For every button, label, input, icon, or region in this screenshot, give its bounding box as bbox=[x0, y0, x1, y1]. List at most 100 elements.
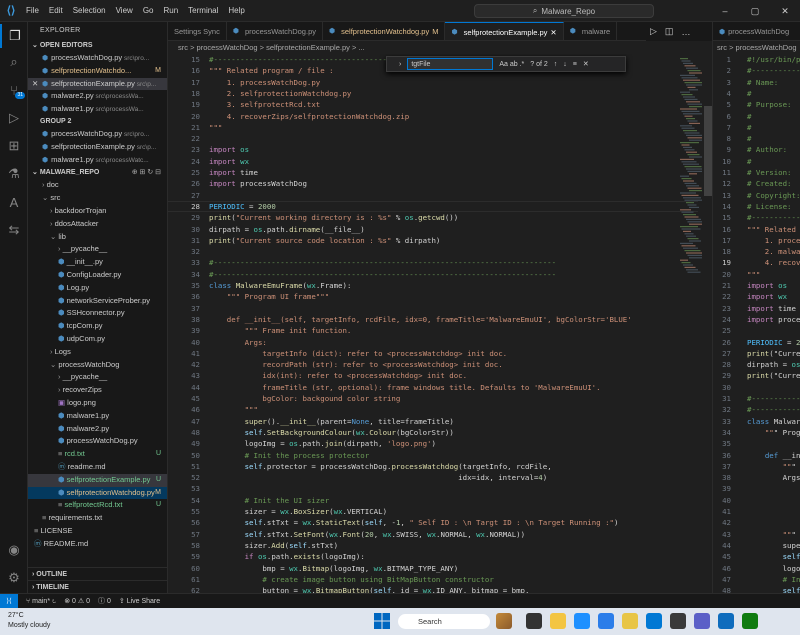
menu-edit[interactable]: Edit bbox=[49, 6, 63, 15]
tree-item[interactable]: ≡ rcd.txt U bbox=[28, 448, 167, 461]
editor-tab[interactable]: Settings Sync bbox=[168, 22, 227, 40]
tree-item[interactable]: ⬢ tcpCom.py bbox=[28, 320, 167, 333]
open-editor-item[interactable]: ⬢ processWatchDog.py src\pro... bbox=[28, 52, 167, 65]
remote-explorer-icon[interactable]: ⇆ bbox=[0, 218, 28, 242]
chrome-icon[interactable] bbox=[622, 613, 638, 629]
tree-item[interactable]: ≡ selfprotectRcd.txt U bbox=[28, 499, 167, 512]
branch-status[interactable]: ⑂ main* ↻ bbox=[26, 598, 56, 605]
tree-item[interactable]: ⬢ selfprotectionExample.py U bbox=[28, 473, 167, 487]
breadcrumb[interactable]: src > processWatchDog > selfprotectionEx… bbox=[168, 41, 712, 54]
repo-header[interactable]: ⌄ MALWARE_REPO ⊕ ⊞ ↻ ⊟ bbox=[28, 167, 167, 179]
menu-run[interactable]: Run bbox=[163, 6, 178, 15]
gear-icon[interactable]: ⚙ bbox=[0, 566, 28, 590]
close-icon[interactable]: ✕ bbox=[770, 0, 800, 22]
open-editor-item[interactable]: ⬢ selfprotectionWatchdo... M bbox=[28, 65, 167, 78]
maximize-icon[interactable]: ▢ bbox=[740, 0, 770, 22]
taskbar-search[interactable]: Search bbox=[398, 614, 490, 629]
secondary-tab[interactable]: ⬢ processWatchDog bbox=[713, 22, 800, 41]
tree-item[interactable]: ⬢ SSHconnector.py bbox=[28, 307, 167, 320]
tree-item[interactable]: ⓜ readme.md bbox=[28, 461, 167, 474]
open-editor-item[interactable]: ✕ ⬢ selfprotectionExample.py src\p... bbox=[28, 77, 167, 91]
open-editor-item[interactable]: ⬢ malware1.py src\processWatc... bbox=[28, 154, 167, 167]
testing-icon[interactable]: ⚗ bbox=[0, 162, 28, 186]
close-find-icon[interactable]: ✕ bbox=[583, 60, 589, 68]
timeline-header[interactable]: › TIMELINE bbox=[28, 580, 167, 593]
remote-indicator-icon[interactable]: ⟩⟨ bbox=[0, 593, 18, 609]
menu-file[interactable]: File bbox=[26, 6, 39, 15]
tree-item[interactable]: › ddosAttacker bbox=[28, 218, 167, 231]
minimize-icon[interactable]: – bbox=[710, 0, 740, 22]
teams-icon[interactable] bbox=[694, 613, 710, 629]
info-status[interactable]: ⓘ 0 bbox=[98, 596, 111, 606]
file-explorer-icon[interactable] bbox=[550, 613, 566, 629]
find-in-selection-icon[interactable]: ≡ bbox=[573, 61, 577, 68]
editor-scrollbar[interactable] bbox=[704, 106, 712, 196]
app-icon[interactable] bbox=[742, 613, 758, 629]
toggle-replace-icon[interactable]: › bbox=[399, 61, 401, 68]
account-icon[interactable]: ◉ bbox=[0, 538, 28, 562]
command-center-search[interactable]: ⌕ Malware_Repo bbox=[474, 4, 654, 18]
task-view-icon[interactable] bbox=[526, 613, 542, 629]
open-editor-item[interactable]: ⬢ malware1.py src\processWa... bbox=[28, 103, 167, 116]
open-editors-header[interactable]: ⌄ OPEN EDITORS bbox=[28, 40, 167, 52]
explorer-icon[interactable]: ❐ bbox=[0, 24, 28, 48]
outline-header[interactable]: › OUTLINE bbox=[28, 567, 167, 580]
tree-item[interactable]: › __pycache__ bbox=[28, 371, 167, 384]
run-icon[interactable]: ▷ bbox=[650, 26, 657, 37]
explorer-actions[interactable]: ⊕ ⊞ ↻ ⊟ bbox=[132, 167, 161, 179]
source-control-icon[interactable]: ⑂ 31 bbox=[0, 78, 28, 102]
store-icon[interactable] bbox=[598, 613, 614, 629]
secondary-breadcrumb[interactable]: src > processWatchDog bbox=[713, 41, 800, 54]
close-icon[interactable]: ✕ bbox=[32, 78, 38, 91]
azure-icon[interactable]: A bbox=[0, 190, 28, 214]
tree-item[interactable]: ⬢ __init__.py bbox=[28, 256, 167, 269]
minimap[interactable] bbox=[680, 54, 702, 593]
search-icon[interactable]: ⌕ bbox=[0, 50, 28, 74]
tree-item[interactable]: ⌄ processWatchDog bbox=[28, 359, 167, 372]
split-editor-icon[interactable]: ◫ bbox=[665, 26, 674, 37]
editor-tab[interactable]: ⬢ processWatchDog.py bbox=[227, 22, 323, 40]
live-share-status[interactable]: ⇪ Live Share bbox=[119, 597, 160, 605]
more-actions-icon[interactable]: … bbox=[681, 27, 690, 37]
tree-item[interactable]: ≡ requirements.txt bbox=[28, 512, 167, 525]
problems-status[interactable]: ⊗ 0 ⚠ 0 bbox=[64, 597, 90, 605]
tree-item[interactable]: › backdoorTrojan bbox=[28, 205, 167, 218]
windows-start-icon[interactable] bbox=[374, 613, 390, 629]
open-editor-item[interactable]: ⬢ malware2.py src\processWa... bbox=[28, 90, 167, 103]
extensions-icon[interactable]: ⊞ bbox=[0, 134, 28, 158]
secondary-editor[interactable]: ⬢ processWatchDog src > processWatchDog 1… bbox=[712, 22, 800, 593]
open-editor-item[interactable]: ⬢ processWatchDog.py src\pro... bbox=[28, 128, 167, 141]
editor-tab[interactable]: ⬢ selfprotectionExample.py ✕ bbox=[445, 22, 564, 41]
tree-item[interactable]: ⬢ processWatchDog.py bbox=[28, 435, 167, 448]
tree-item[interactable]: ⬢ udpCom.py bbox=[28, 333, 167, 346]
tree-item[interactable]: ⬢ networkServiceProber.py bbox=[28, 295, 167, 308]
find-options[interactable]: Aa ab .* bbox=[499, 61, 524, 68]
tree-item[interactable]: › __pycache__ bbox=[28, 243, 167, 256]
open-editor-item[interactable]: ⬢ selfprotectionExample.py src\p... bbox=[28, 141, 167, 154]
close-icon[interactable]: ✕ bbox=[550, 23, 556, 41]
group2-header[interactable]: GROUP 2 bbox=[28, 116, 167, 128]
menu-selection[interactable]: Selection bbox=[73, 6, 106, 15]
tree-item[interactable]: › doc bbox=[28, 179, 167, 192]
tree-item[interactable]: › recoverZips bbox=[28, 384, 167, 397]
tree-item[interactable]: ⬢ Log.py bbox=[28, 282, 167, 295]
tree-item[interactable]: ⓜ README.md bbox=[28, 538, 167, 551]
edge-icon[interactable] bbox=[574, 613, 590, 629]
editor-tab[interactable]: ⬢ malware bbox=[564, 22, 618, 40]
editor-tab[interactable]: ⬢ selfprotectionWatchdog.py M bbox=[323, 22, 446, 40]
tree-item[interactable]: ⌄ lib bbox=[28, 231, 167, 244]
tree-item[interactable]: ⬢ malware1.py bbox=[28, 410, 167, 423]
previous-match-icon[interactable]: ↑ bbox=[554, 61, 558, 68]
tree-item[interactable]: ≡ LICENSE bbox=[28, 525, 167, 538]
tree-item[interactable]: › Logs bbox=[28, 346, 167, 359]
next-match-icon[interactable]: ↓ bbox=[563, 61, 567, 68]
code-editor[interactable]: 15 #-------------------------------------… bbox=[168, 54, 712, 593]
menu-help[interactable]: Help bbox=[228, 6, 244, 15]
widgets-icon[interactable] bbox=[496, 613, 512, 629]
outlook-icon[interactable] bbox=[718, 613, 734, 629]
tree-item[interactable]: ⬢ ConfigLoader.py bbox=[28, 269, 167, 282]
vscode-taskbar-icon[interactable] bbox=[646, 613, 662, 629]
weather-widget[interactable]: 27°C Mostly cloudy bbox=[8, 611, 50, 631]
tree-item[interactable]: ⌄ src bbox=[28, 192, 167, 205]
menu-go[interactable]: Go bbox=[143, 6, 154, 15]
